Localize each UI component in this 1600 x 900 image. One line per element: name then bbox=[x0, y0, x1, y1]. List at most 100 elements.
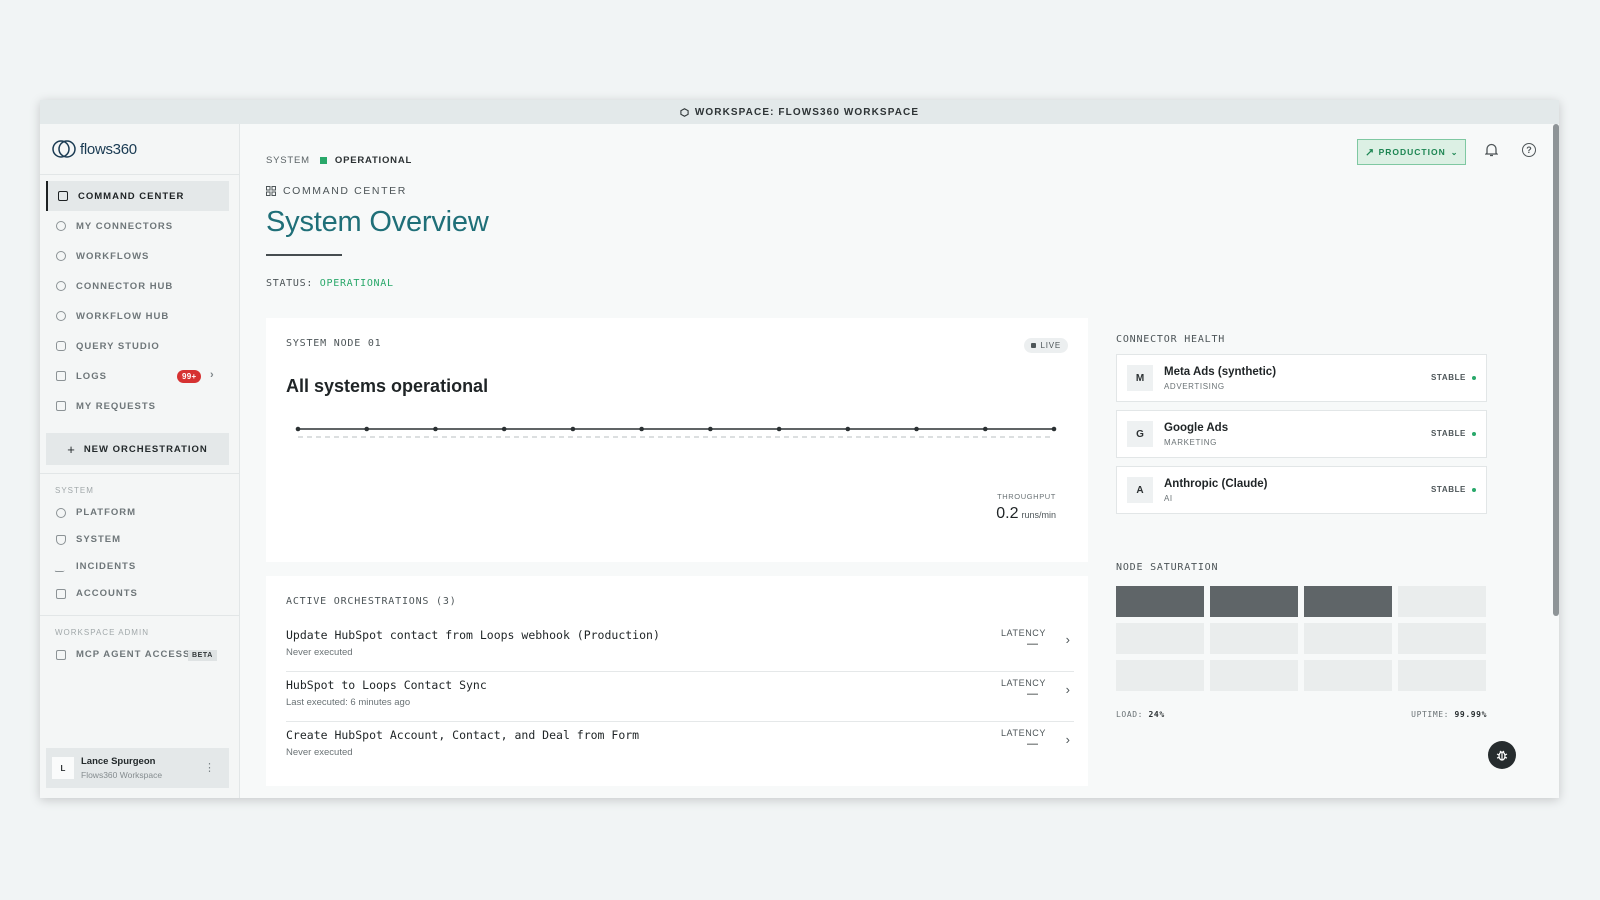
nav-platform[interactable]: PLATFORM bbox=[46, 499, 229, 526]
status-text: STABLE bbox=[1430, 373, 1466, 382]
orchestration-last-run: Never executed bbox=[286, 647, 353, 658]
status-dot bbox=[1472, 431, 1476, 436]
latency-value: — bbox=[1027, 738, 1038, 750]
nav-label: MY CONNECTORS bbox=[76, 220, 174, 232]
more-vertical-icon[interactable]: ⋮ bbox=[204, 761, 215, 774]
plus-icon: + bbox=[67, 441, 76, 457]
uptime-value: 99.99% bbox=[1454, 710, 1487, 719]
nav-logs[interactable]: LOGS 99+ › bbox=[46, 361, 229, 391]
scrollbar[interactable] bbox=[1553, 124, 1559, 616]
nav-label: QUERY STUDIO bbox=[76, 340, 160, 352]
main-nav: COMMAND CENTER MY CONNECTORS WORKFLOWS C… bbox=[40, 175, 239, 421]
sparkline-point bbox=[639, 426, 644, 432]
chevron-right-icon[interactable]: › bbox=[1066, 732, 1070, 747]
connector-category: AI bbox=[1164, 494, 1173, 503]
nav-accounts[interactable]: ACCOUNTS bbox=[46, 580, 229, 607]
nav-my-requests[interactable]: MY REQUESTS bbox=[46, 391, 229, 421]
divider bbox=[40, 615, 239, 616]
nav-workflows[interactable]: WORKFLOWS bbox=[46, 241, 229, 271]
orchestrations-title: ACTIVE ORCHESTRATIONS (3) bbox=[286, 596, 457, 607]
active-orchestrations-card: ACTIVE ORCHESTRATIONS (3) Update HubSpot… bbox=[266, 576, 1088, 786]
chevron-right-icon[interactable]: › bbox=[1066, 632, 1070, 647]
bell-icon[interactable] bbox=[1485, 143, 1498, 157]
node-saturation-title: NODE SATURATION bbox=[1116, 562, 1219, 573]
connector-category: ADVERTISING bbox=[1164, 382, 1225, 391]
nav-connector-hub[interactable]: CONNECTOR HUB bbox=[46, 271, 229, 301]
environment-dropdown[interactable]: PRODUCTION ⌄ bbox=[1357, 139, 1466, 165]
workflow-icon bbox=[56, 311, 66, 321]
nav-label: CONNECTOR HUB bbox=[76, 280, 174, 292]
nav-label: SYSTEM bbox=[76, 534, 122, 545]
nav-my-connectors[interactable]: MY CONNECTORS bbox=[46, 211, 229, 241]
orchestration-row[interactable]: Create HubSpot Account, Contact, and Dea… bbox=[286, 722, 1074, 772]
chevron-right-icon[interactable]: › bbox=[1066, 682, 1070, 697]
nav-system[interactable]: SYSTEM bbox=[46, 526, 229, 553]
connector-card[interactable]: A Anthropic (Claude) AI STABLE bbox=[1116, 466, 1487, 514]
chevron-right-icon[interactable]: › bbox=[210, 369, 215, 381]
shield-icon bbox=[56, 534, 66, 545]
orchestration-last-run: Last executed: 6 minutes ago bbox=[286, 697, 411, 708]
saturation-grid bbox=[1116, 586, 1487, 691]
sparkline-point bbox=[570, 426, 576, 432]
connector-card[interactable]: M Meta Ads (synthetic) ADVERTISING STABL… bbox=[1116, 354, 1487, 402]
nav-incidents[interactable]: INCIDENTS bbox=[46, 553, 229, 580]
logs-count-badge: 99+ bbox=[177, 370, 202, 383]
sidebar: flows360 COMMAND CENTER MY CONNECTORS WO… bbox=[40, 124, 240, 798]
building-icon bbox=[56, 588, 66, 599]
orchestration-name: HubSpot to Loops Contact Sync bbox=[286, 678, 487, 692]
status-dot bbox=[1472, 487, 1476, 492]
nav-label: MY REQUESTS bbox=[76, 400, 156, 412]
saturation-cell bbox=[1116, 660, 1204, 691]
system-node-card: SYSTEM NODE 01 LIVE All systems operatio… bbox=[266, 318, 1088, 562]
sparkline-point bbox=[914, 426, 919, 432]
connector-name: Meta Ads (synthetic) bbox=[1164, 366, 1277, 378]
system-status-line: SYSTEM OPERATIONAL bbox=[266, 155, 412, 166]
sparkline-point bbox=[1051, 426, 1057, 432]
debug-button[interactable] bbox=[1488, 741, 1516, 769]
nav-command-center[interactable]: COMMAND CENTER bbox=[46, 181, 229, 211]
orchestration-name: Create HubSpot Account, Contact, and Dea… bbox=[286, 728, 640, 742]
database-icon bbox=[56, 341, 66, 351]
plug-icon bbox=[56, 221, 66, 231]
sparkline-point bbox=[708, 426, 713, 432]
sparkline-point bbox=[982, 426, 988, 432]
nav-workflow-hub[interactable]: WORKFLOW HUB bbox=[46, 301, 229, 331]
nav-query-studio[interactable]: QUERY STUDIO bbox=[46, 331, 229, 361]
workflow-icon bbox=[56, 251, 66, 261]
logo-text: flows360 bbox=[80, 140, 137, 158]
user-profile[interactable]: L Lance Spurgeon Flows360 Workspace ⋮ bbox=[46, 748, 229, 788]
orchestration-row[interactable]: Update HubSpot contact from Loops webhoo… bbox=[286, 622, 1074, 672]
saturation-cell bbox=[1398, 586, 1486, 617]
nav-label: COMMAND CENTER bbox=[78, 190, 185, 202]
logo[interactable]: flows360 bbox=[40, 124, 239, 175]
orchestration-row[interactable]: HubSpot to Loops Contact Sync Last execu… bbox=[286, 672, 1074, 722]
activity-icon bbox=[54, 561, 68, 572]
connector-initial: M bbox=[1127, 365, 1153, 391]
sparkline-point bbox=[433, 426, 438, 432]
grid-icon bbox=[266, 186, 276, 196]
system-status: OPERATIONAL bbox=[334, 155, 413, 166]
chevron-down-icon: ⌄ bbox=[1450, 147, 1459, 157]
connector-status: STABLE bbox=[1431, 373, 1476, 382]
saturation-cell bbox=[1210, 586, 1298, 617]
nav-label: ACCOUNTS bbox=[76, 588, 138, 599]
connector-card[interactable]: G Google Ads MARKETING STABLE bbox=[1116, 410, 1487, 458]
status-dot bbox=[1472, 375, 1476, 380]
saturation-cell bbox=[1304, 586, 1392, 617]
bug-icon bbox=[1496, 750, 1508, 761]
new-orchestration-button[interactable]: + NEW ORCHESTRATION bbox=[46, 433, 229, 465]
app-window: WORKSPACE: FLOWS360 WORKSPACE flows360 C… bbox=[40, 100, 1559, 798]
status-label: STATUS: bbox=[266, 278, 314, 289]
page-title: System Overview bbox=[266, 206, 489, 238]
nav-label: MCP AGENT ACCESS bbox=[76, 649, 191, 660]
load-readout: LOAD: 24% bbox=[1116, 710, 1165, 719]
nav-label: WORKFLOWS bbox=[76, 250, 150, 262]
uptime-readout: UPTIME: 99.99% bbox=[1410, 710, 1487, 719]
nav-mcp-agent-access[interactable]: MCP AGENT ACCESS BETA bbox=[46, 641, 229, 668]
saturation-cell bbox=[1398, 660, 1486, 691]
sparkline-point bbox=[364, 426, 370, 432]
inbox-icon bbox=[56, 401, 66, 411]
help-icon[interactable]: ? bbox=[1522, 143, 1536, 157]
hub-icon bbox=[56, 281, 66, 291]
nav-label: PLATFORM bbox=[76, 507, 137, 518]
